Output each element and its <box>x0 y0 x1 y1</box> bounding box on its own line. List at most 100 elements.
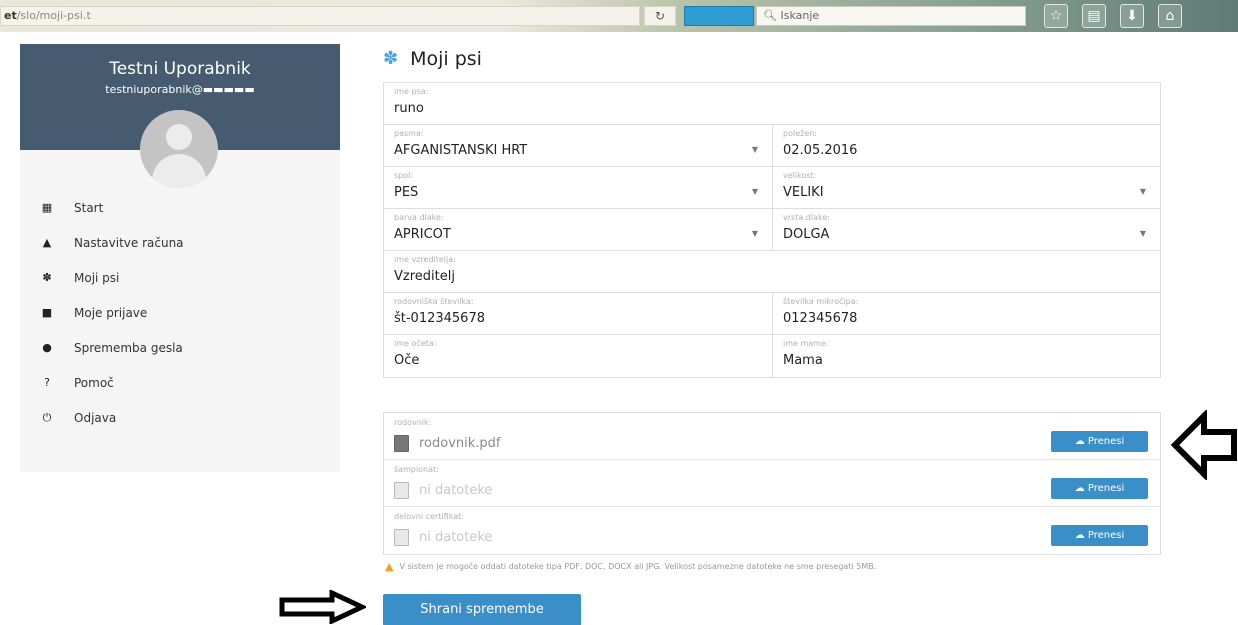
chevron-down-icon: ▼ <box>751 229 758 238</box>
coat-type-select[interactable]: vrsta dlake: DOLGA ▼ <box>772 209 1160 250</box>
upload-button-label: Prenesi <box>1087 483 1125 494</box>
form-row: ime vzreditelja: Vzreditelj <box>384 251 1160 293</box>
field-value: APRICOT <box>394 227 451 242</box>
breeder-field[interactable]: ime vzreditelja: Vzreditelj <box>384 251 1160 292</box>
sidebar-item-my-entries[interactable]: ■ Moje prijave <box>20 295 340 330</box>
field-label: ime vzreditelja: <box>394 255 456 264</box>
page-title: ✽ Moji psi <box>383 46 482 72</box>
field-label: barva dlake: <box>394 213 444 222</box>
warning-icon: ▲ <box>385 560 394 573</box>
field-label: ime psa: <box>394 87 429 96</box>
field-label: ime mame: <box>783 339 829 348</box>
file-icon <box>394 529 409 546</box>
file-name-text: ni datoteke <box>419 530 493 545</box>
file-icon <box>394 482 409 499</box>
sidebar-item-label: Odjava <box>74 410 117 425</box>
file-icon: ■ <box>41 306 53 319</box>
mother-name-field[interactable]: ime mame: Mama <box>772 335 1160 377</box>
browser-toolbar: et/slo/moji-psi.t ↻ 🔍︎ Iskanje ☆ ▤ ⬇ ⌂ <box>0 0 1238 32</box>
arrow-left-icon <box>1170 410 1237 480</box>
size-select[interactable]: velikost: VELIKI ▼ <box>772 167 1160 208</box>
page-title-text: Moji psi <box>410 48 482 70</box>
field-value: AFGANISTANSKI HRT <box>394 143 528 158</box>
user-email: testniuporabnik@▬▬▬▬▬ <box>105 83 255 96</box>
upload-note-text: V sistem je mogoče oddati datoteke tipa … <box>399 562 877 571</box>
file-name: ni datoteke <box>394 529 1150 546</box>
sidebar: Testni Uporabnik testniuporabnik@▬▬▬▬▬ ▦… <box>20 44 340 472</box>
address-bar[interactable]: et/slo/moji-psi.t <box>0 6 640 26</box>
form-row: rodovniška številka: št-012345678 števil… <box>384 293 1160 335</box>
avatar-head <box>166 124 192 150</box>
avatar-body <box>152 154 206 188</box>
reading-list-icon[interactable]: ▤ <box>1082 4 1106 28</box>
file-label: rodovnik: <box>394 418 432 427</box>
sidebar-item-start[interactable]: ▦ Start <box>20 190 340 225</box>
field-label: spol: <box>394 171 414 180</box>
file-name: rodovnik.pdf <box>394 435 1150 452</box>
field-value: VELIKI <box>783 185 824 200</box>
file-label: šampionat: <box>394 465 439 474</box>
user-icon: ▲ <box>42 236 52 249</box>
cloud-upload-icon: ☁ <box>1074 436 1085 447</box>
bookmark-star-icon[interactable]: ☆ <box>1044 4 1068 28</box>
url-prefix: et <box>4 9 17 22</box>
refresh-icon[interactable]: ↻ <box>644 6 676 26</box>
user-name: Testni Uporabnik <box>109 59 251 79</box>
birth-date-field[interactable]: poležen: 02.05.2016 <box>772 125 1160 166</box>
upload-note: ▲ V sistem je mogoče oddati datoteke tip… <box>385 560 876 573</box>
pedigree-number-field[interactable]: rodovniška številka: št-012345678 <box>384 293 772 334</box>
coat-color-select[interactable]: barva dlake: APRICOT ▼ <box>384 209 772 250</box>
file-row-championship: šampionat: ni datoteke ☁ Prenesi <box>384 460 1160 507</box>
question-icon: ? <box>44 376 50 389</box>
url-path: /slo/moji-psi.t <box>16 9 91 22</box>
field-label: vrsta dlake: <box>783 213 830 222</box>
sidebar-item-my-dogs[interactable]: ✽ Moji psi <box>20 260 340 295</box>
field-value: Mama <box>783 353 823 368</box>
field-value: 012345678 <box>783 311 858 326</box>
field-label: pasma: <box>394 129 424 138</box>
home-icon[interactable]: ⌂ <box>1158 4 1182 28</box>
sidebar-item-change-password[interactable]: ● Sprememba gesla <box>20 330 340 365</box>
dog-name-field[interactable]: ime psa: runo <box>384 83 1160 124</box>
field-label: številka mikročipa: <box>783 297 859 306</box>
sidebar-item-label: Start <box>74 200 104 215</box>
upload-button-label: Prenesi <box>1087 436 1125 447</box>
sidebar-item-help[interactable]: ? Pomoč <box>20 365 340 400</box>
form-row: spol: PES ▼ velikost: VELIKI ▼ <box>384 167 1160 209</box>
microchip-field[interactable]: številka mikročipa: 012345678 <box>772 293 1160 334</box>
sidebar-item-account-settings[interactable]: ▲ Nastavitve računa <box>20 225 340 260</box>
upload-button[interactable]: ☁ Prenesi <box>1051 525 1148 546</box>
chevron-down-icon: ▼ <box>751 187 758 196</box>
save-changes-button[interactable]: Shrani spremembe <box>383 594 581 625</box>
browser-search-input[interactable]: 🔍︎ Iskanje <box>756 6 1026 26</box>
sidebar-item-label: Moje prijave <box>74 305 148 320</box>
file-name-text: ni datoteke <box>419 483 493 498</box>
upload-button[interactable]: ☁ Prenesi <box>1051 478 1148 499</box>
sex-select[interactable]: spol: PES ▼ <box>384 167 772 208</box>
breed-select[interactable]: pasma: AFGANISTANSKI HRT ▼ <box>384 125 772 166</box>
sidebar-menu: ▦ Start ▲ Nastavitve računa ✽ Moji psi ■ Moj… <box>20 190 340 435</box>
field-value: Oče <box>394 353 420 368</box>
field-label: ime očeta: <box>394 339 437 348</box>
search-engine-icon[interactable] <box>684 6 754 26</box>
chevron-down-icon: ▼ <box>1139 187 1146 196</box>
search-placeholder: Iskanje <box>780 9 820 22</box>
form-row: barva dlake: APRICOT ▼ vrsta dlake: DOLG… <box>384 209 1160 251</box>
paw-icon: ✽ <box>42 271 52 284</box>
sidebar-item-logout[interactable]: ⏻ Odjava <box>20 400 340 435</box>
download-icon[interactable]: ⬇ <box>1120 4 1144 28</box>
upload-button[interactable]: ☁ Prenesi <box>1051 431 1148 452</box>
browser-icons: ☆ ▤ ⬇ ⌂ <box>1044 4 1182 28</box>
father-name-field[interactable]: ime očeta: Oče <box>384 335 772 377</box>
chevron-down-icon: ▼ <box>1139 229 1146 238</box>
chevron-down-icon: ▼ <box>751 145 758 154</box>
sidebar-item-label: Moji psi <box>74 270 120 285</box>
search-icon: 🔍︎ <box>763 9 777 22</box>
file-label: delovni certifikat: <box>394 512 464 521</box>
field-value: PES <box>394 185 419 200</box>
field-value: DOLGA <box>783 227 830 242</box>
form-row: ime psa: runo <box>384 83 1160 125</box>
field-label: rodovniška številka: <box>394 297 474 306</box>
field-label: poležen: <box>783 129 818 138</box>
avatar <box>140 110 218 188</box>
